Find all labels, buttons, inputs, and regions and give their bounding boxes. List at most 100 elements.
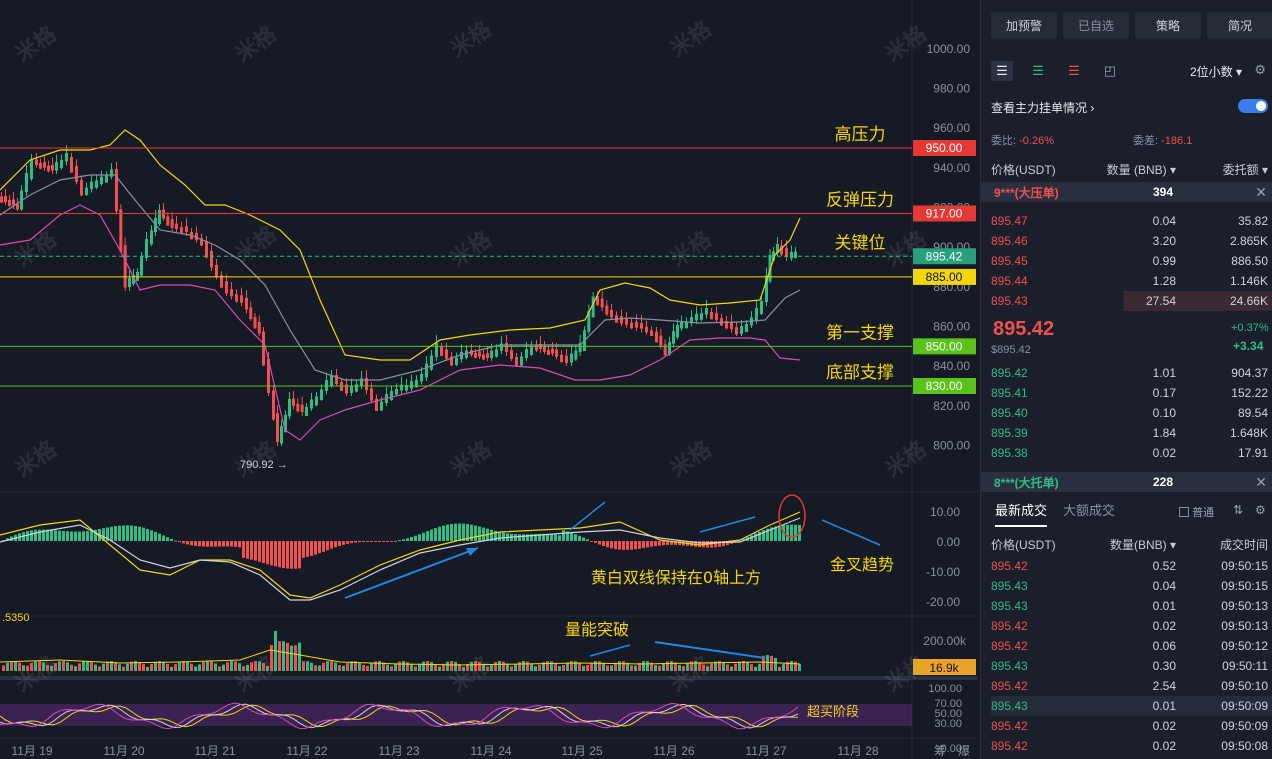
trade-row[interactable]: 895.43 0.01 09:50:09 bbox=[991, 696, 1272, 716]
macd-bar bbox=[322, 541, 325, 552]
trades-qty-header[interactable]: 数量(BNB) ▾ bbox=[1091, 536, 1176, 553]
macd-bar bbox=[194, 541, 197, 546]
main-orders-link[interactable]: 查看主力挂单情况 › bbox=[991, 99, 1094, 116]
qty-header[interactable]: 数量 (BNB) ▾ bbox=[1091, 161, 1176, 178]
gear-icon[interactable]: ⚙ bbox=[1255, 503, 1266, 517]
trade-row[interactable]: 895.43 0.01 09:50:13 bbox=[991, 596, 1272, 616]
trade-row[interactable]: 895.42 2.54 09:50:10 bbox=[991, 676, 1272, 696]
bid-row[interactable]: 895.42 1.01 904.37 bbox=[991, 363, 1272, 383]
asks-view-icon[interactable]: ☰ bbox=[1063, 61, 1085, 81]
volume-bar bbox=[346, 663, 349, 671]
sort-icon[interactable]: ⇅ bbox=[1233, 503, 1243, 517]
add-alert-button[interactable]: 加预警 bbox=[991, 12, 1057, 38]
macd-bar bbox=[158, 533, 161, 541]
macd-bar bbox=[590, 541, 593, 542]
macd-bar bbox=[82, 531, 85, 541]
tab-large-trades[interactable]: 大额成交 bbox=[1063, 500, 1115, 527]
ask-row[interactable]: 895.45 0.99 886.50 bbox=[991, 251, 1272, 271]
volume-bar bbox=[254, 661, 257, 671]
candle-body bbox=[185, 226, 188, 232]
ask-row[interactable]: 895.47 0.04 35.82 bbox=[991, 211, 1272, 231]
main-orders-toggle[interactable] bbox=[1238, 99, 1268, 113]
price-tick-label: 840.00 bbox=[933, 359, 970, 373]
macd-bar bbox=[310, 541, 313, 556]
chart-area[interactable]: 1000.00980.00960.00940.00920.00900.00880… bbox=[0, 0, 978, 759]
indicator-value: .5350 bbox=[2, 612, 30, 624]
qty-cell: 0.10 bbox=[1152, 406, 1176, 420]
candle-body bbox=[292, 398, 295, 406]
volume-bar bbox=[50, 665, 53, 671]
price-chart[interactable]: 1000.00980.00960.00940.00920.00900.00880… bbox=[0, 0, 978, 759]
volume-bar bbox=[230, 661, 233, 671]
volume-bar bbox=[402, 661, 405, 671]
volume-bar bbox=[166, 663, 169, 671]
trade-row[interactable]: 895.42 0.02 09:50:09 bbox=[991, 716, 1272, 736]
strategy-button[interactable]: 策略 bbox=[1135, 12, 1201, 38]
ask-row[interactable]: 895.46 3.20 2.865K bbox=[991, 231, 1272, 251]
bid-row[interactable]: 895.38 0.02 17.91 bbox=[991, 443, 1272, 463]
volume-bar bbox=[54, 663, 57, 671]
candle-body bbox=[100, 176, 103, 184]
macd-bar bbox=[118, 525, 121, 541]
normal-checkbox[interactable]: 普通 bbox=[1179, 504, 1214, 520]
bids-view-icon[interactable]: ☰ bbox=[1027, 61, 1049, 81]
candle-body bbox=[55, 162, 58, 171]
bid-row[interactable]: 895.39 1.84 1.648K bbox=[991, 423, 1272, 443]
price-cell: 895.42 bbox=[991, 719, 1028, 733]
trade-row[interactable]: 895.43 0.04 09:50:15 bbox=[991, 576, 1272, 596]
amount-cell: 35.82 bbox=[1237, 214, 1268, 228]
level-annotation: 第一支撑 bbox=[826, 323, 894, 343]
macd-bar bbox=[474, 525, 477, 541]
trade-row[interactable]: 895.42 0.06 09:50:12 bbox=[991, 636, 1272, 656]
amount-cell: 24.66K bbox=[1229, 294, 1268, 308]
macd-bar bbox=[498, 531, 501, 541]
macd-bar bbox=[242, 541, 245, 558]
qty-cell: 1.84 bbox=[1152, 426, 1176, 440]
bid-row[interactable]: 895.41 0.17 152.22 bbox=[991, 383, 1272, 403]
macd-bar bbox=[334, 541, 337, 548]
time-tick-label: 11月 27 bbox=[745, 744, 786, 758]
volume-bar bbox=[530, 663, 533, 671]
volume-bar bbox=[450, 661, 453, 671]
depth-view-icon[interactable]: ◰ bbox=[1099, 61, 1121, 81]
trade-row[interactable]: 895.42 0.52 09:50:15 bbox=[991, 556, 1272, 576]
both-sides-view-icon[interactable]: ☰ bbox=[991, 61, 1013, 81]
volume-bar bbox=[278, 641, 281, 671]
volume-bar bbox=[554, 663, 557, 671]
volume-bar bbox=[646, 661, 649, 671]
checkbox-icon[interactable] bbox=[1179, 507, 1189, 517]
candle-body bbox=[65, 153, 68, 162]
close-icon[interactable]: ✕ bbox=[1255, 184, 1267, 201]
decimals-select[interactable]: 2位小数 ▾ bbox=[1190, 63, 1242, 80]
trade-row[interactable]: 895.42 0.02 09:50:08 bbox=[991, 736, 1272, 756]
watchlist-button[interactable]: 已自选 bbox=[1063, 12, 1129, 38]
big-buy-banner[interactable]: 8***(大托单) 228 ✕ bbox=[981, 472, 1272, 492]
candle-body bbox=[300, 404, 304, 412]
macd-bar bbox=[414, 535, 417, 541]
volume-bar bbox=[746, 661, 749, 671]
bid-row[interactable]: 895.40 0.10 89.54 bbox=[991, 403, 1272, 423]
volume-bar bbox=[330, 661, 333, 671]
candle-body bbox=[215, 265, 218, 278]
candle-body bbox=[700, 313, 703, 320]
change-abs: +3.34 bbox=[1233, 339, 1264, 353]
trade-row[interactable]: 895.42 0.02 09:50:13 bbox=[991, 616, 1272, 636]
qty-cell: 0.02 bbox=[1152, 719, 1176, 733]
ask-row[interactable]: 895.44 1.28 1.146K bbox=[991, 271, 1272, 291]
amount-header[interactable]: 委托额 ▾ bbox=[1176, 161, 1268, 178]
macd-bar bbox=[562, 530, 565, 541]
trade-row[interactable]: 895.43 0.30 09:50:11 bbox=[991, 656, 1272, 676]
volume-bar bbox=[178, 661, 181, 671]
candle-body bbox=[262, 331, 265, 366]
tab-latest-trades[interactable]: 最新成交 bbox=[995, 500, 1048, 527]
macd-bar bbox=[134, 525, 137, 541]
gear-icon[interactable]: ⚙ bbox=[1254, 62, 1266, 78]
candle-body bbox=[495, 349, 498, 357]
overview-button[interactable]: 简况 bbox=[1207, 12, 1272, 38]
watermark-logo: 米格 bbox=[446, 650, 497, 696]
close-icon[interactable]: ✕ bbox=[1255, 474, 1267, 491]
big-sell-banner[interactable]: 9***(大压单) 394 ✕ bbox=[981, 182, 1272, 202]
macd-bar bbox=[518, 534, 521, 541]
ask-row[interactable]: 895.43 27.54 24.66K bbox=[991, 291, 1272, 311]
candle-body bbox=[645, 326, 648, 333]
